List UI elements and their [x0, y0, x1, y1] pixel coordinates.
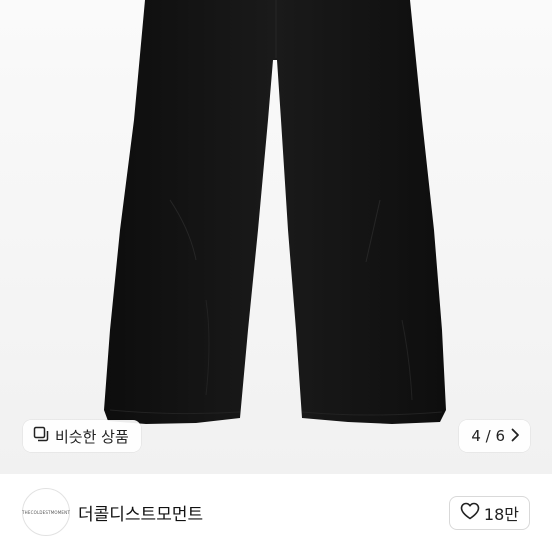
image-pager[interactable]: 4 / 6	[459, 420, 530, 452]
pants-image	[0, 0, 552, 474]
store-name[interactable]: 더콜디스트모먼트	[78, 500, 203, 525]
store-logo: THECOLDESTMOMENT	[22, 509, 70, 515]
similar-items-icon	[33, 426, 49, 446]
image-pager-count: 4 / 6	[471, 427, 505, 445]
like-button[interactable]: 18만	[448, 496, 530, 530]
product-photo[interactable]	[0, 0, 552, 474]
chevron-right-icon	[510, 427, 520, 446]
store-avatar[interactable]: THECOLDESTMOMENT	[22, 488, 70, 536]
like-count: 18만	[483, 505, 519, 524]
similar-items-label: 비슷한 상품	[55, 427, 129, 446]
similar-items-button[interactable]: 비슷한 상품	[23, 420, 141, 452]
heart-icon	[460, 502, 480, 524]
